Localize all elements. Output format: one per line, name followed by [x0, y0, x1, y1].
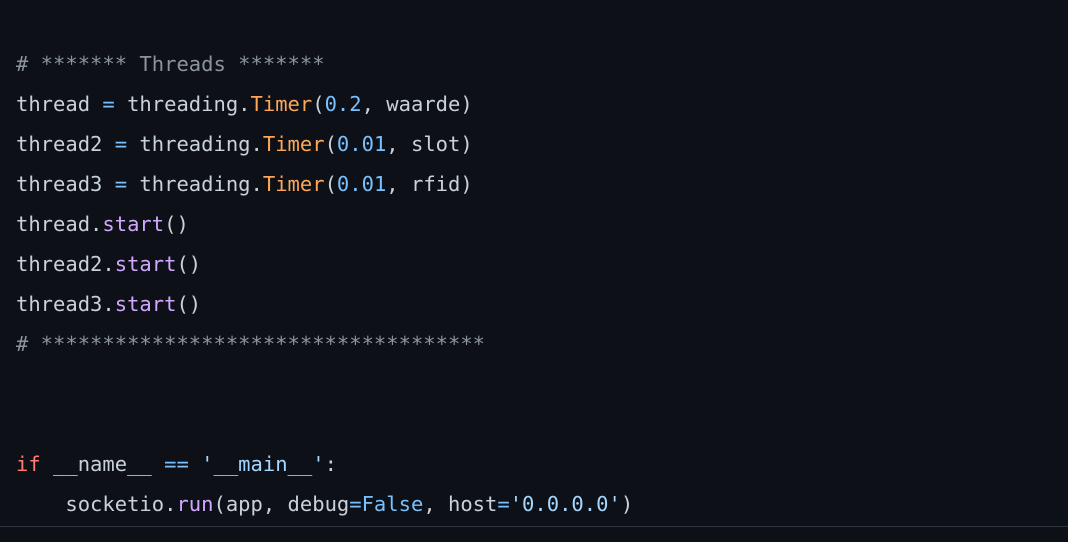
token-plain: (app, debug — [213, 492, 350, 516]
line-thread2-assign[interactable]: thread2 = threading.Timer(0.01, slot) — [16, 124, 1068, 164]
token-plain: () — [164, 212, 189, 236]
line-thread2-start[interactable]: thread2.start() — [16, 244, 1068, 284]
code-text-area[interactable]: # ******* Threads ******* thread = thread… — [0, 0, 1068, 526]
token-class: Timer — [262, 172, 325, 196]
token-plain: : — [324, 452, 337, 476]
line-thread-assign[interactable]: thread = threading.Timer(0.2, waarde) — [16, 84, 1068, 124]
token-plain: thread. — [16, 212, 103, 236]
token-number: 0.01 — [336, 132, 387, 156]
line-blank-2[interactable]: ​ — [16, 404, 1068, 444]
token-class: Timer — [262, 132, 325, 156]
token-plain: threading. — [127, 132, 263, 156]
line-thread3-start[interactable]: thread3.start() — [16, 284, 1068, 324]
token-operator: = — [102, 92, 115, 116]
token-plain: () — [176, 252, 202, 276]
token-number: 0.01 — [336, 172, 387, 196]
token-plain: ) — [620, 492, 634, 516]
token-plain: thread3. — [16, 292, 115, 316]
token-plain: , waarde) — [361, 92, 473, 116]
line-thread3-assign[interactable]: thread3 = threading.Timer(0.01, rfid) — [16, 164, 1068, 204]
token-plain: () — [176, 292, 202, 316]
line-blank-1[interactable]: ​ — [16, 364, 1068, 404]
line-comment-separator[interactable]: # ************************************ — [16, 324, 1068, 364]
token-plain: thread2. — [16, 252, 115, 276]
token-plain: threading. — [114, 92, 251, 116]
token-plain: __name__ — [40, 452, 165, 476]
token-plain: thread2 — [16, 132, 115, 156]
token-function: start — [114, 252, 177, 276]
token-keyword: if — [16, 452, 41, 476]
token-const: False — [361, 492, 424, 516]
token-operator: = — [114, 172, 128, 196]
token-plain: socketio. — [16, 492, 177, 516]
token-plain: threading. — [127, 172, 263, 196]
token-function: run — [176, 492, 214, 516]
code-editor-pane[interactable]: # ******* Threads ******* thread = thread… — [0, 0, 1068, 542]
token-plain: ( — [324, 172, 337, 196]
token-operator: = — [114, 132, 128, 156]
line-comment-threads[interactable]: # ******* Threads ******* — [16, 44, 1068, 84]
token-plain: , slot) — [386, 132, 473, 156]
token-string: '0.0.0.0' — [509, 492, 621, 516]
token-function: start — [114, 292, 177, 316]
line-if-main[interactable]: if __name__ == '__main__': — [16, 444, 1068, 484]
token-operator: = — [497, 492, 510, 516]
token-plain: thread — [16, 92, 103, 116]
token-plain: ( — [312, 92, 325, 116]
token-function: start — [102, 212, 165, 236]
token-plain: , rfid) — [386, 172, 473, 196]
token-plain: , host — [423, 492, 498, 516]
line-thread-start[interactable]: thread.start() — [16, 204, 1068, 244]
token-string: '__main__' — [201, 452, 325, 476]
token-class: Timer — [250, 92, 313, 116]
token-number: 0.2 — [324, 92, 362, 116]
token-plain: ( — [324, 132, 337, 156]
token-operator: = — [349, 492, 362, 516]
line-socketio-run[interactable]: socketio.run(app, debug=False, host='0.0… — [16, 484, 1068, 524]
token-plain: thread3 — [16, 172, 115, 196]
token-operator: == — [164, 452, 189, 476]
bottom-strip — [0, 527, 1068, 542]
token-comment: # ******* Threads ******* — [16, 52, 325, 76]
token-comment: # ************************************ — [16, 332, 485, 356]
